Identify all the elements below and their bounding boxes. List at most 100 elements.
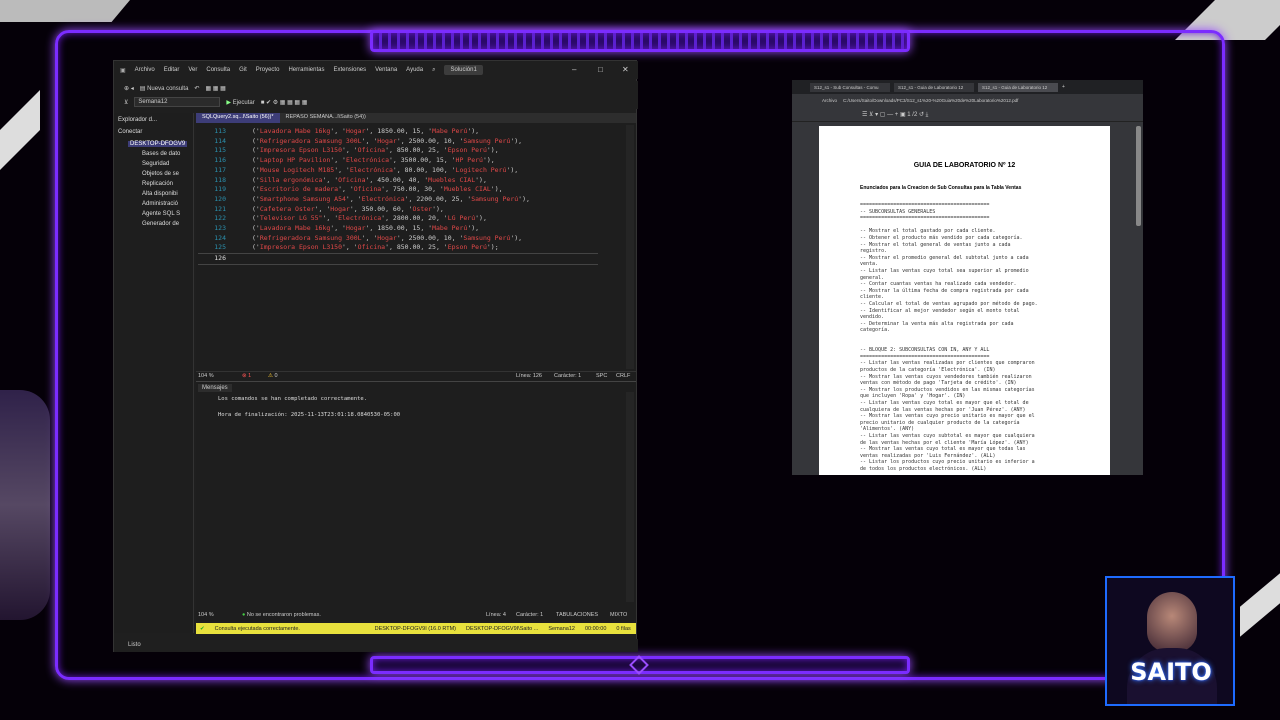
code-token: ),	[471, 224, 480, 233]
document-line: -- Listar los productos cuyo precio unit…	[860, 459, 1035, 466]
browser-tab[interactable]: S12_s1 - Guia de Laboratorio 12	[894, 82, 974, 92]
line-number: 121	[214, 204, 226, 213]
new-query-button[interactable]: ▤ Nueva consulta	[140, 85, 189, 92]
browser-tab[interactable]: S12_s1 - Sub Consultas - Comu	[810, 82, 890, 92]
zoom-level[interactable]: 104 %	[198, 612, 214, 618]
menu-item[interactable]: Extensiones	[333, 67, 366, 73]
code-token: Epson Perú	[447, 146, 487, 155]
pdf-scrollbar[interactable]	[1136, 126, 1141, 226]
connect-button[interactable]: Conectar	[118, 129, 142, 135]
stop-icon[interactable]: ■ ✔ ⚙ ▦ ▦ ▦ ▦	[261, 99, 308, 106]
execute-button[interactable]: ▶ Ejecutar	[226, 99, 254, 106]
code-token: 15	[412, 224, 421, 233]
tab-repaso[interactable]: REPASO SEMANA...l\Saito (54))	[280, 113, 372, 123]
code-token: 20	[428, 214, 436, 223]
document-title: GUIA DE LABORATORIO Nº 12	[913, 162, 1016, 169]
code-token: 60	[392, 204, 401, 213]
line-number: 117	[214, 165, 226, 174]
document-line: que incluyen 'Ropa' y 'Hogar'. (IN)	[860, 393, 966, 400]
check-icon: ●	[242, 612, 246, 618]
document-line: -- SUBCONSULTAS GENERALES	[860, 208, 936, 215]
pdf-browser-window: S12_s1 - Sub Consultas - Comu S12_s1 - G…	[792, 80, 1143, 475]
browser-tab[interactable]: S12_s1 - Guia de Laboratorio 12	[978, 82, 1058, 92]
query-success-icon: ✔	[200, 625, 205, 632]
code-token: ),	[522, 194, 530, 203]
code-line: 125 ('Impresora Epson L3150', 'Oficina', …	[198, 243, 598, 253]
code-token: Smartphone Samsung A54	[259, 194, 346, 203]
menu-item[interactable]: Editar	[164, 67, 180, 73]
code-line-current[interactable]: 126	[198, 253, 598, 265]
document-line: -- Determinar la venta más alta registra…	[860, 320, 1014, 327]
menu-item[interactable]: Herramientas	[288, 67, 324, 73]
code-token: Electrónica	[338, 214, 382, 223]
code-line: 114 ('Refrigeradora Samsung 300L', 'Hogar…	[198, 137, 598, 147]
search-icon[interactable]: ⌕	[432, 67, 435, 74]
address-bar[interactable]: Archivo C:/Users/Saito/Downloads/PC3/S12…	[792, 94, 1143, 106]
editor-scrollbar[interactable]	[626, 125, 634, 369]
code-token: Oficina	[353, 185, 382, 194]
line-number: 119	[214, 185, 226, 194]
save-icon[interactable]: ▦ ▦ ▦	[205, 85, 225, 92]
menu-item[interactable]: Proyecto	[256, 67, 280, 73]
code-token: Epson Perú	[447, 243, 487, 252]
tree-node[interactable]: Alta disponibi	[142, 191, 178, 197]
code-token: ),	[510, 165, 519, 174]
new-tab-icon[interactable]: +	[1062, 84, 1065, 90]
messages-scrollbar[interactable]	[626, 392, 634, 602]
tree-node[interactable]: Generador de	[142, 221, 179, 227]
zoom-level[interactable]: 104 %	[198, 373, 214, 379]
crlf-indicator: CRLF	[616, 373, 631, 379]
query-editor[interactable]: SQLQuery2.sq...l\Saito (56))* REPASO SEM…	[196, 113, 636, 373]
code-token: Oficina	[357, 146, 386, 155]
warning-count[interactable]: ⚠ 0	[268, 373, 278, 379]
close-icon[interactable]: ✕	[622, 65, 629, 74]
document-line: ventas realizadas por 'Luis Fernández'. …	[860, 452, 996, 459]
code-token: Laptop HP Pavilion	[259, 156, 331, 165]
tree-node[interactable]: Administració	[142, 201, 178, 207]
menu-item[interactable]: Git	[239, 67, 247, 73]
tree-node[interactable]: Replicación	[142, 181, 173, 187]
corner-stripe	[1240, 573, 1280, 637]
back-icon[interactable]: ⊕ ◂	[124, 85, 134, 92]
pdf-tools-icon[interactable]: ☰ ⊻ ▾ ▢ — + ▣ 1 /2 ↺ ⤓	[862, 111, 928, 119]
code-token: ),	[479, 175, 487, 184]
line-number: 114	[214, 136, 226, 145]
tab-sqlquery2[interactable]: SQLQuery2.sq...l\Saito (56))*	[196, 113, 280, 123]
tree-node[interactable]: Objetos de se	[142, 171, 179, 177]
code-token: Impresora Epson L3150	[259, 146, 343, 155]
code-token: ),	[514, 233, 523, 242]
document-tabs: SQLQuery2.sq...l\Saito (56))* REPASO SEM…	[196, 113, 636, 123]
code-line: 124 ('Refrigeradora Samsung 300L', 'Hogar…	[198, 234, 598, 244]
menu-item[interactable]: Archivo	[135, 67, 155, 73]
code-token: 2500.00	[408, 233, 436, 242]
code-token: Muebles CIAL	[428, 175, 476, 184]
maximize-icon[interactable]: □	[598, 65, 603, 74]
menu-item[interactable]: Ventana	[375, 67, 397, 73]
tab-messages[interactable]: Mensajes	[198, 384, 232, 392]
document-line: categoría.	[860, 327, 891, 334]
document-line: -- BLOQUE 2: SUBCONSULTAS CON IN, ANY Y …	[860, 347, 990, 354]
database-select[interactable]: Semana12	[134, 97, 221, 107]
code-token: ),	[514, 136, 523, 145]
undo-icon[interactable]: ↶	[194, 85, 199, 92]
filter-icon[interactable]: ⊻	[124, 99, 128, 106]
menu-item[interactable]: Ayuda	[406, 67, 423, 73]
server-node[interactable]: DESKTOP-DFOGV9	[128, 141, 188, 147]
tree-node[interactable]: Agente SQL S	[142, 211, 180, 217]
tree-node[interactable]: Bases de dato	[142, 151, 180, 157]
minimize-icon[interactable]: –	[572, 65, 576, 74]
document-line: ========================================…	[860, 215, 990, 222]
code-token: 25	[428, 243, 436, 252]
tree-node[interactable]: Seguridad	[142, 161, 169, 167]
error-count[interactable]: ⊗ 1	[242, 373, 251, 379]
menu-item[interactable]: Ver	[188, 67, 197, 73]
code-token: Hogar	[345, 127, 366, 135]
document-line: -- Mostrar las ventas cuyo precio unitar…	[860, 413, 1035, 420]
document-line: -- Mostrar la última fecha de compra reg…	[860, 287, 1029, 294]
error-count-value: 1	[248, 373, 252, 379]
code-token: 450.00	[377, 175, 401, 184]
char-indicator: Carácter: 1	[516, 612, 544, 618]
code-token: 25	[451, 194, 460, 203]
menu-item[interactable]: Consulta	[206, 67, 230, 73]
neon-top-bar	[370, 30, 910, 52]
